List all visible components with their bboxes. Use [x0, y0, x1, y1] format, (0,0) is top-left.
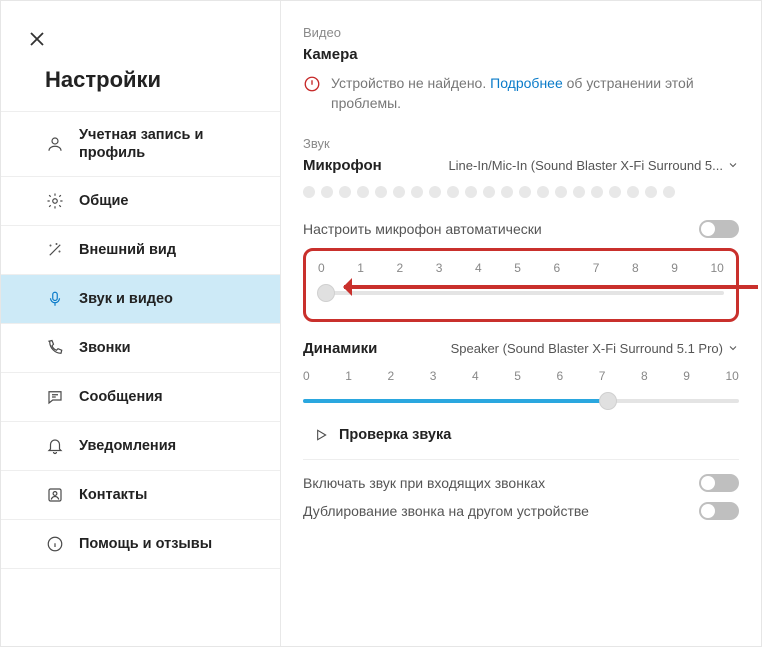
annotation-highlight: 0 1 2 3 4 5 6 7 8 9 10 — [303, 248, 739, 322]
sidebar-item-calls[interactable]: Звонки — [1, 323, 280, 372]
ring-incoming-toggle[interactable] — [699, 474, 739, 492]
sidebar-item-audio-video[interactable]: Звук и видео — [1, 274, 280, 323]
sidebar-item-label: Уведомления — [79, 437, 176, 455]
alert-icon — [303, 75, 321, 114]
sidebar-item-label: Помощь и отзывы — [79, 535, 212, 553]
mic-slider-scale: 0 1 2 3 4 5 6 7 8 9 10 — [318, 261, 724, 275]
phone-icon — [45, 338, 65, 358]
speaker-device-selector[interactable]: Speaker (Sound Blaster X-Fi Surround 5.1… — [451, 341, 739, 356]
sidebar-item-help[interactable]: Помощь и отзывы — [1, 519, 280, 569]
sidebar-item-label: Контакты — [79, 486, 147, 504]
sound-section-label: Звук — [303, 136, 739, 151]
test-sound-label: Проверка звука — [339, 427, 451, 443]
settings-sidebar: Настройки Учетная запись и профиль Общие… — [1, 1, 281, 646]
sidebar-item-general[interactable]: Общие — [1, 176, 280, 225]
ring-duplicate-toggle[interactable] — [699, 502, 739, 520]
person-icon — [45, 134, 65, 154]
camera-error-text: Устройство не найдено. Подробнее об устр… — [331, 73, 739, 114]
settings-content: Видео Камера Устройство не найдено. Подр… — [281, 1, 761, 646]
chevron-down-icon — [727, 159, 739, 171]
microphone-volume-slider[interactable] — [318, 283, 724, 301]
sidebar-item-label: Внешний вид — [79, 241, 176, 259]
contacts-icon — [45, 485, 65, 505]
play-icon — [313, 427, 329, 443]
video-section-label: Видео — [303, 25, 739, 40]
info-icon — [45, 534, 65, 554]
microphone-icon — [45, 289, 65, 309]
speaker-slider-scale: 0 1 2 3 4 5 6 7 8 9 10 — [303, 369, 739, 383]
chevron-down-icon — [727, 342, 739, 354]
speaker-device-value: Speaker (Sound Blaster X-Fi Surround 5.1… — [451, 341, 723, 356]
auto-adjust-mic-label: Настроить микрофон автоматически — [303, 221, 542, 237]
sidebar-item-label: Общие — [79, 192, 128, 210]
learn-more-link[interactable]: Подробнее — [490, 75, 563, 91]
settings-window: Настройки Учетная запись и профиль Общие… — [1, 1, 761, 646]
speaker-volume-slider[interactable] — [303, 391, 739, 409]
chat-icon — [45, 387, 65, 407]
camera-error-row: Устройство не найдено. Подробнее об устр… — [303, 73, 739, 114]
sidebar-item-notifications[interactable]: Уведомления — [1, 421, 280, 470]
microphone-level-meter — [303, 186, 739, 198]
test-sound-button[interactable]: Проверка звука — [303, 413, 739, 460]
sidebar-item-label: Звук и видео — [79, 290, 173, 308]
wand-icon — [45, 240, 65, 260]
close-button[interactable] — [21, 23, 53, 55]
sidebar-item-appearance[interactable]: Внешний вид — [1, 225, 280, 274]
sidebar-item-label: Сообщения — [79, 388, 163, 406]
microphone-device-selector[interactable]: Line-In/Mic-In (Sound Blaster X-Fi Surro… — [448, 158, 739, 173]
bell-icon — [45, 436, 65, 456]
microphone-heading: Микрофон — [303, 157, 382, 174]
gear-icon — [45, 191, 65, 211]
microphone-device-value: Line-In/Mic-In (Sound Blaster X-Fi Surro… — [448, 158, 723, 173]
close-icon — [30, 32, 44, 46]
sidebar-item-messages[interactable]: Сообщения — [1, 372, 280, 421]
sidebar-item-contacts[interactable]: Контакты — [1, 470, 280, 519]
auto-adjust-mic-toggle[interactable] — [699, 220, 739, 238]
sidebar-item-account[interactable]: Учетная запись и профиль — [1, 111, 280, 176]
ring-duplicate-label: Дублирование звонка на другом устройстве — [303, 503, 589, 519]
ring-incoming-label: Включать звук при входящих звонках — [303, 475, 545, 491]
settings-title: Настройки — [1, 61, 280, 111]
camera-heading: Камера — [303, 46, 739, 63]
speakers-heading: Динамики — [303, 340, 377, 357]
sidebar-item-label: Учетная запись и профиль — [79, 126, 268, 162]
sidebar-item-label: Звонки — [79, 339, 131, 357]
